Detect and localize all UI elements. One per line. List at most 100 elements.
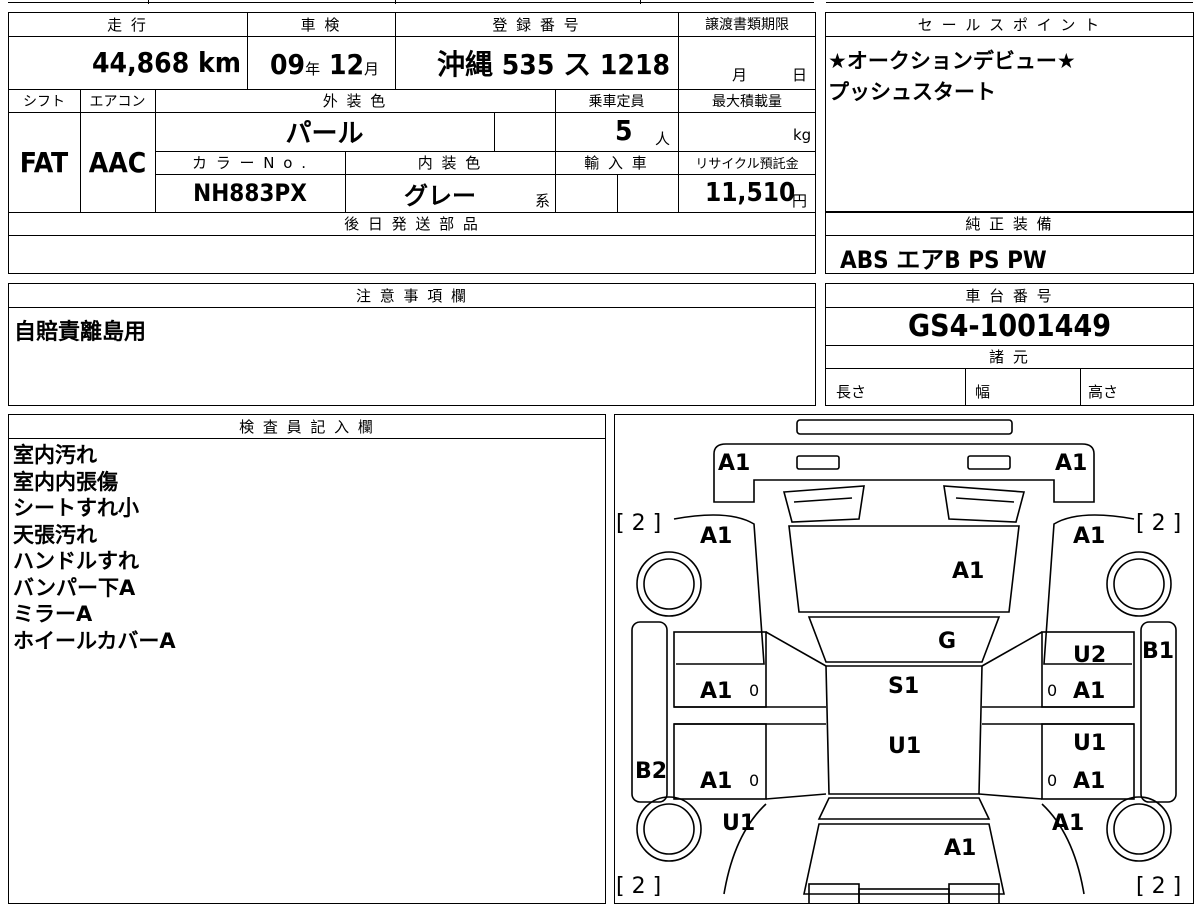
- capacity-value: 5: [615, 114, 633, 147]
- exterior-color-value: パール: [285, 119, 364, 149]
- inspector-note: 室内汚れ: [13, 443, 97, 467]
- sales-points-box: [825, 12, 1194, 212]
- rear-window: [817, 797, 991, 820]
- rear-bumper: [858, 888, 950, 904]
- row-divider: [825, 36, 1194, 37]
- mark-tire-fl: [ 2 ]: [616, 511, 662, 536]
- inspector-note: バンパー下A: [13, 575, 136, 600]
- front-light-right: [967, 455, 1011, 470]
- color-no-header: カ ラ ー N o .: [191, 154, 308, 172]
- equipment-value: ABS エアB PS PW: [840, 246, 1047, 274]
- row-divider: [825, 235, 1194, 236]
- mark-hood: A1: [952, 559, 985, 584]
- import-header: 輸 入 車: [584, 154, 649, 172]
- interior-color-suffix: 系: [535, 192, 551, 210]
- top-cut-divider: [640, 0, 641, 4]
- chassis-header: 車 台 番 号: [965, 286, 1054, 305]
- inspector-note: 天張汚れ: [13, 522, 97, 547]
- col-divider: [494, 112, 495, 151]
- spec-width-label: 幅: [975, 383, 991, 401]
- aircon-value: AAC: [88, 145, 147, 179]
- inspector-header: 検 査 員 記 入 欄: [239, 417, 375, 436]
- c-pillar-right: [978, 793, 1043, 800]
- c-pillar-left: [765, 793, 827, 800]
- color-no-value: NH883PX: [193, 179, 307, 207]
- tire-front-right: [1106, 551, 1172, 617]
- inspection-month: 12: [328, 48, 365, 81]
- mark-trunk: A1: [944, 836, 977, 861]
- front-bumper-bar: [796, 419, 1013, 435]
- row-divider: [8, 438, 606, 439]
- tire-rear-left-inner: [643, 803, 695, 855]
- tire-front-right-inner: [1113, 558, 1165, 610]
- col-divider: [1080, 368, 1081, 406]
- aircon-header: エアコン: [89, 93, 146, 110]
- mark-rear-right-side: B1: [1142, 639, 1175, 664]
- inspector-note: ホイールカバーA: [13, 628, 176, 653]
- inspection-year-unit: 年: [305, 60, 321, 78]
- top-cut-divider: [148, 0, 149, 4]
- mark-front-right: A1: [1055, 451, 1088, 476]
- mark-door-fr-top: U2: [1073, 643, 1107, 668]
- top-cut-border: [8, 2, 814, 3]
- inspector-note: シートすれ小: [13, 496, 139, 520]
- mark-tire-rr: [ 2 ]: [1136, 874, 1182, 899]
- inspection-header: 車 検: [300, 15, 342, 34]
- max-load-unit: kg: [793, 126, 812, 144]
- grille-right: [943, 485, 1026, 523]
- mark-fender-fr: A1: [1073, 524, 1106, 549]
- front-light-left: [796, 455, 840, 470]
- windshield: [807, 616, 1001, 663]
- mark-roof-front: S1: [888, 674, 920, 699]
- car-diagram: [631, 419, 1177, 904]
- mark-tire-rl: [ 2 ]: [616, 874, 662, 899]
- col-divider: [965, 368, 966, 406]
- grille-left: [782, 485, 865, 523]
- transfer-month-unit: 月: [732, 66, 748, 84]
- mark-left-sill: B2: [635, 759, 668, 784]
- top-cut-border: [826, 2, 1193, 3]
- inspector-note: ミラーA: [13, 602, 93, 626]
- grille-line: [793, 497, 853, 503]
- row-divider: [8, 307, 816, 308]
- sales-points-list: ★オークションデビュー★ プッシュスタート: [828, 46, 1076, 108]
- chassis-value: GS4-1001449: [907, 308, 1112, 344]
- mileage-header: 走 行: [107, 15, 148, 34]
- interior-color-header: 内 装 色: [417, 154, 483, 172]
- inspection-date: 09年 12月: [270, 48, 379, 81]
- tire-rear-left: [636, 796, 702, 862]
- inspector-note: ハンドルすれ: [13, 549, 139, 573]
- recycle-header: リサイクル預託金: [695, 157, 799, 172]
- sales-point-line: ★オークションデビュー★: [828, 49, 1076, 73]
- transfer-deadline-header: 譲渡書類期限: [705, 17, 789, 33]
- grille-line: [955, 497, 1015, 503]
- registration-value: 沖縄 535 ス 1218: [437, 47, 670, 81]
- mark-windshield: G: [938, 629, 957, 654]
- tire-front-left-inner: [643, 558, 695, 610]
- recycle-value: 11,510: [705, 178, 796, 208]
- mark-door-rr-zero: 0: [1047, 771, 1058, 790]
- sales-point-line: プッシュスタート: [828, 80, 996, 104]
- shift-header: シフト: [23, 93, 65, 110]
- later-parts-header: 後 日 発 送 部 品: [344, 215, 480, 233]
- mark-door-rl-zero: 0: [749, 771, 760, 790]
- tire-front-left: [636, 551, 702, 617]
- row-divider: [825, 368, 1194, 369]
- equipment-header: 純 正 装 備: [965, 215, 1054, 233]
- front-bumper: [713, 443, 1095, 503]
- inspector-note: 室内内張傷: [13, 469, 118, 494]
- mark-rear-left: U1: [722, 811, 756, 836]
- inspection-year: 09: [270, 48, 306, 81]
- recycle-unit: 円: [792, 192, 808, 210]
- row-divider: [8, 235, 816, 236]
- notes-value: 自賠責離島用: [14, 320, 147, 345]
- mark-door-fr: A1: [1073, 679, 1106, 704]
- shift-value: FAT: [19, 145, 69, 179]
- registration-header: 登 録 番 号: [492, 15, 581, 34]
- mark-door-rl: A1: [700, 769, 733, 794]
- mark-fender-fl: A1: [700, 524, 733, 549]
- top-cut-divider: [395, 0, 396, 4]
- spec-length-label: 長さ: [836, 383, 867, 401]
- mark-door-rr-top: U1: [1073, 731, 1107, 756]
- spec-height-label: 高さ: [1088, 383, 1119, 401]
